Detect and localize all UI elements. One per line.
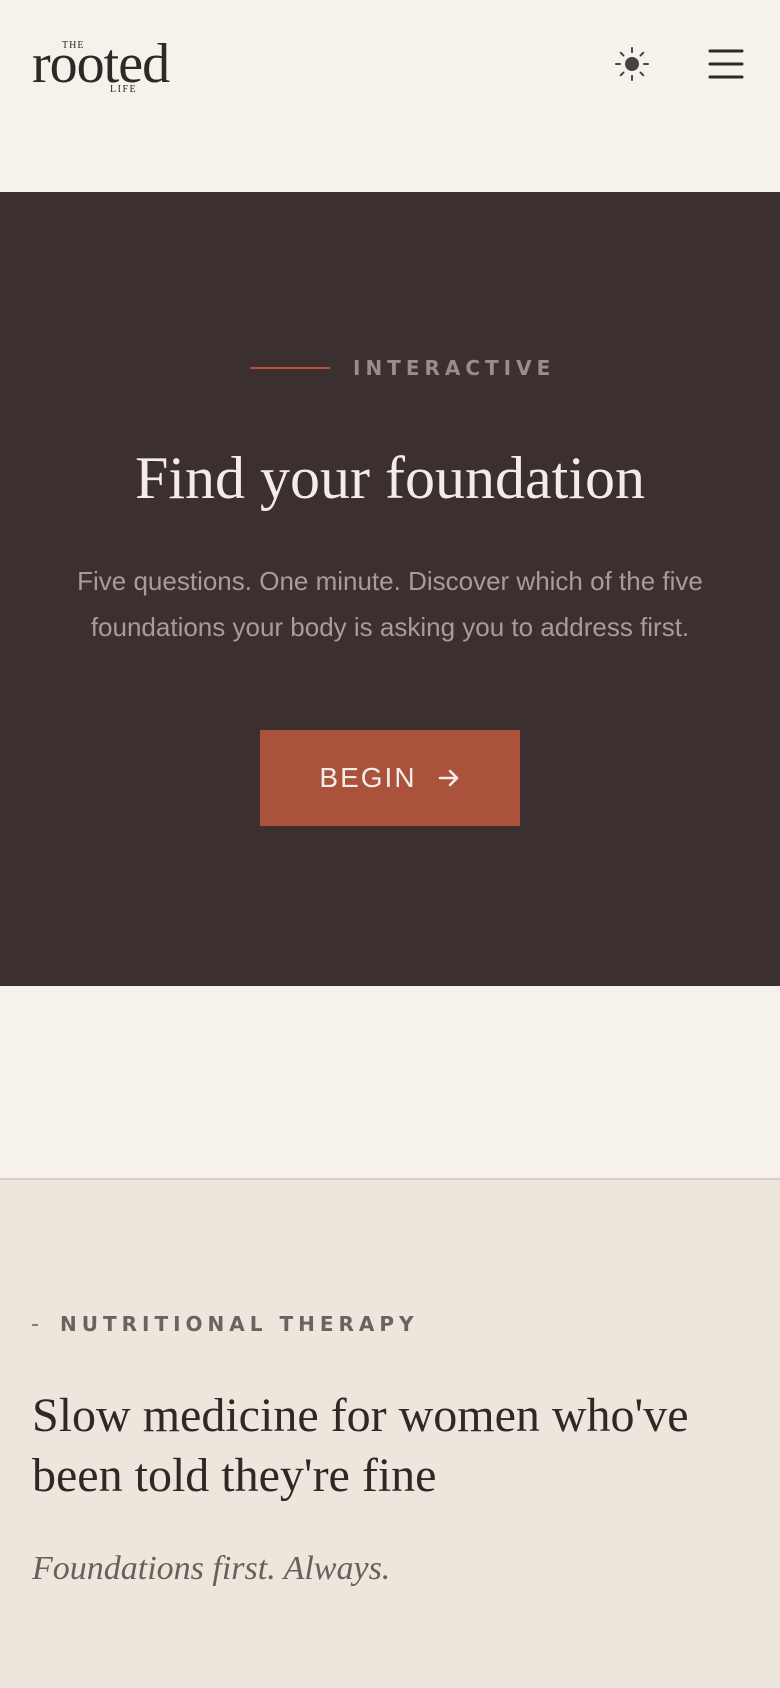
site-header: THE rooted LIFE <box>0 0 780 192</box>
about-tagline: Foundations first. Always. <box>32 1550 391 1587</box>
about-section: NUTRITIONAL THERAPY Slow medicine for wo… <box>0 1178 780 1688</box>
hamburger-menu-icon <box>708 49 744 79</box>
menu-button[interactable] <box>704 44 748 84</box>
about-eyebrow: NUTRITIONAL THERAPY <box>60 1312 419 1336</box>
hero-eyebrow: INTERACTIVE <box>353 356 556 380</box>
arrow-right-icon <box>438 769 458 787</box>
hero-title: Find your foundation <box>135 445 645 511</box>
begin-button[interactable]: BEGIN <box>260 730 520 826</box>
section-spacer <box>0 986 780 1178</box>
hero-description: Five questions. One minute. Discover whi… <box>77 566 703 642</box>
logo-life-text: LIFE <box>110 84 138 95</box>
sun-icon <box>615 47 649 81</box>
site-logo[interactable]: THE rooted LIFE <box>32 36 202 96</box>
quiz-hero-section: INTERACTIVE Find your foundation Five qu… <box>0 192 780 986</box>
eyebrow-divider <box>250 367 330 369</box>
begin-button-label: BEGIN <box>319 762 417 793</box>
theme-toggle-button[interactable] <box>612 44 652 84</box>
logo-name-text: rooted <box>32 33 170 95</box>
about-eyebrow-dash <box>32 1324 38 1326</box>
about-title: Slow medicine for women who've been told… <box>32 1389 689 1502</box>
